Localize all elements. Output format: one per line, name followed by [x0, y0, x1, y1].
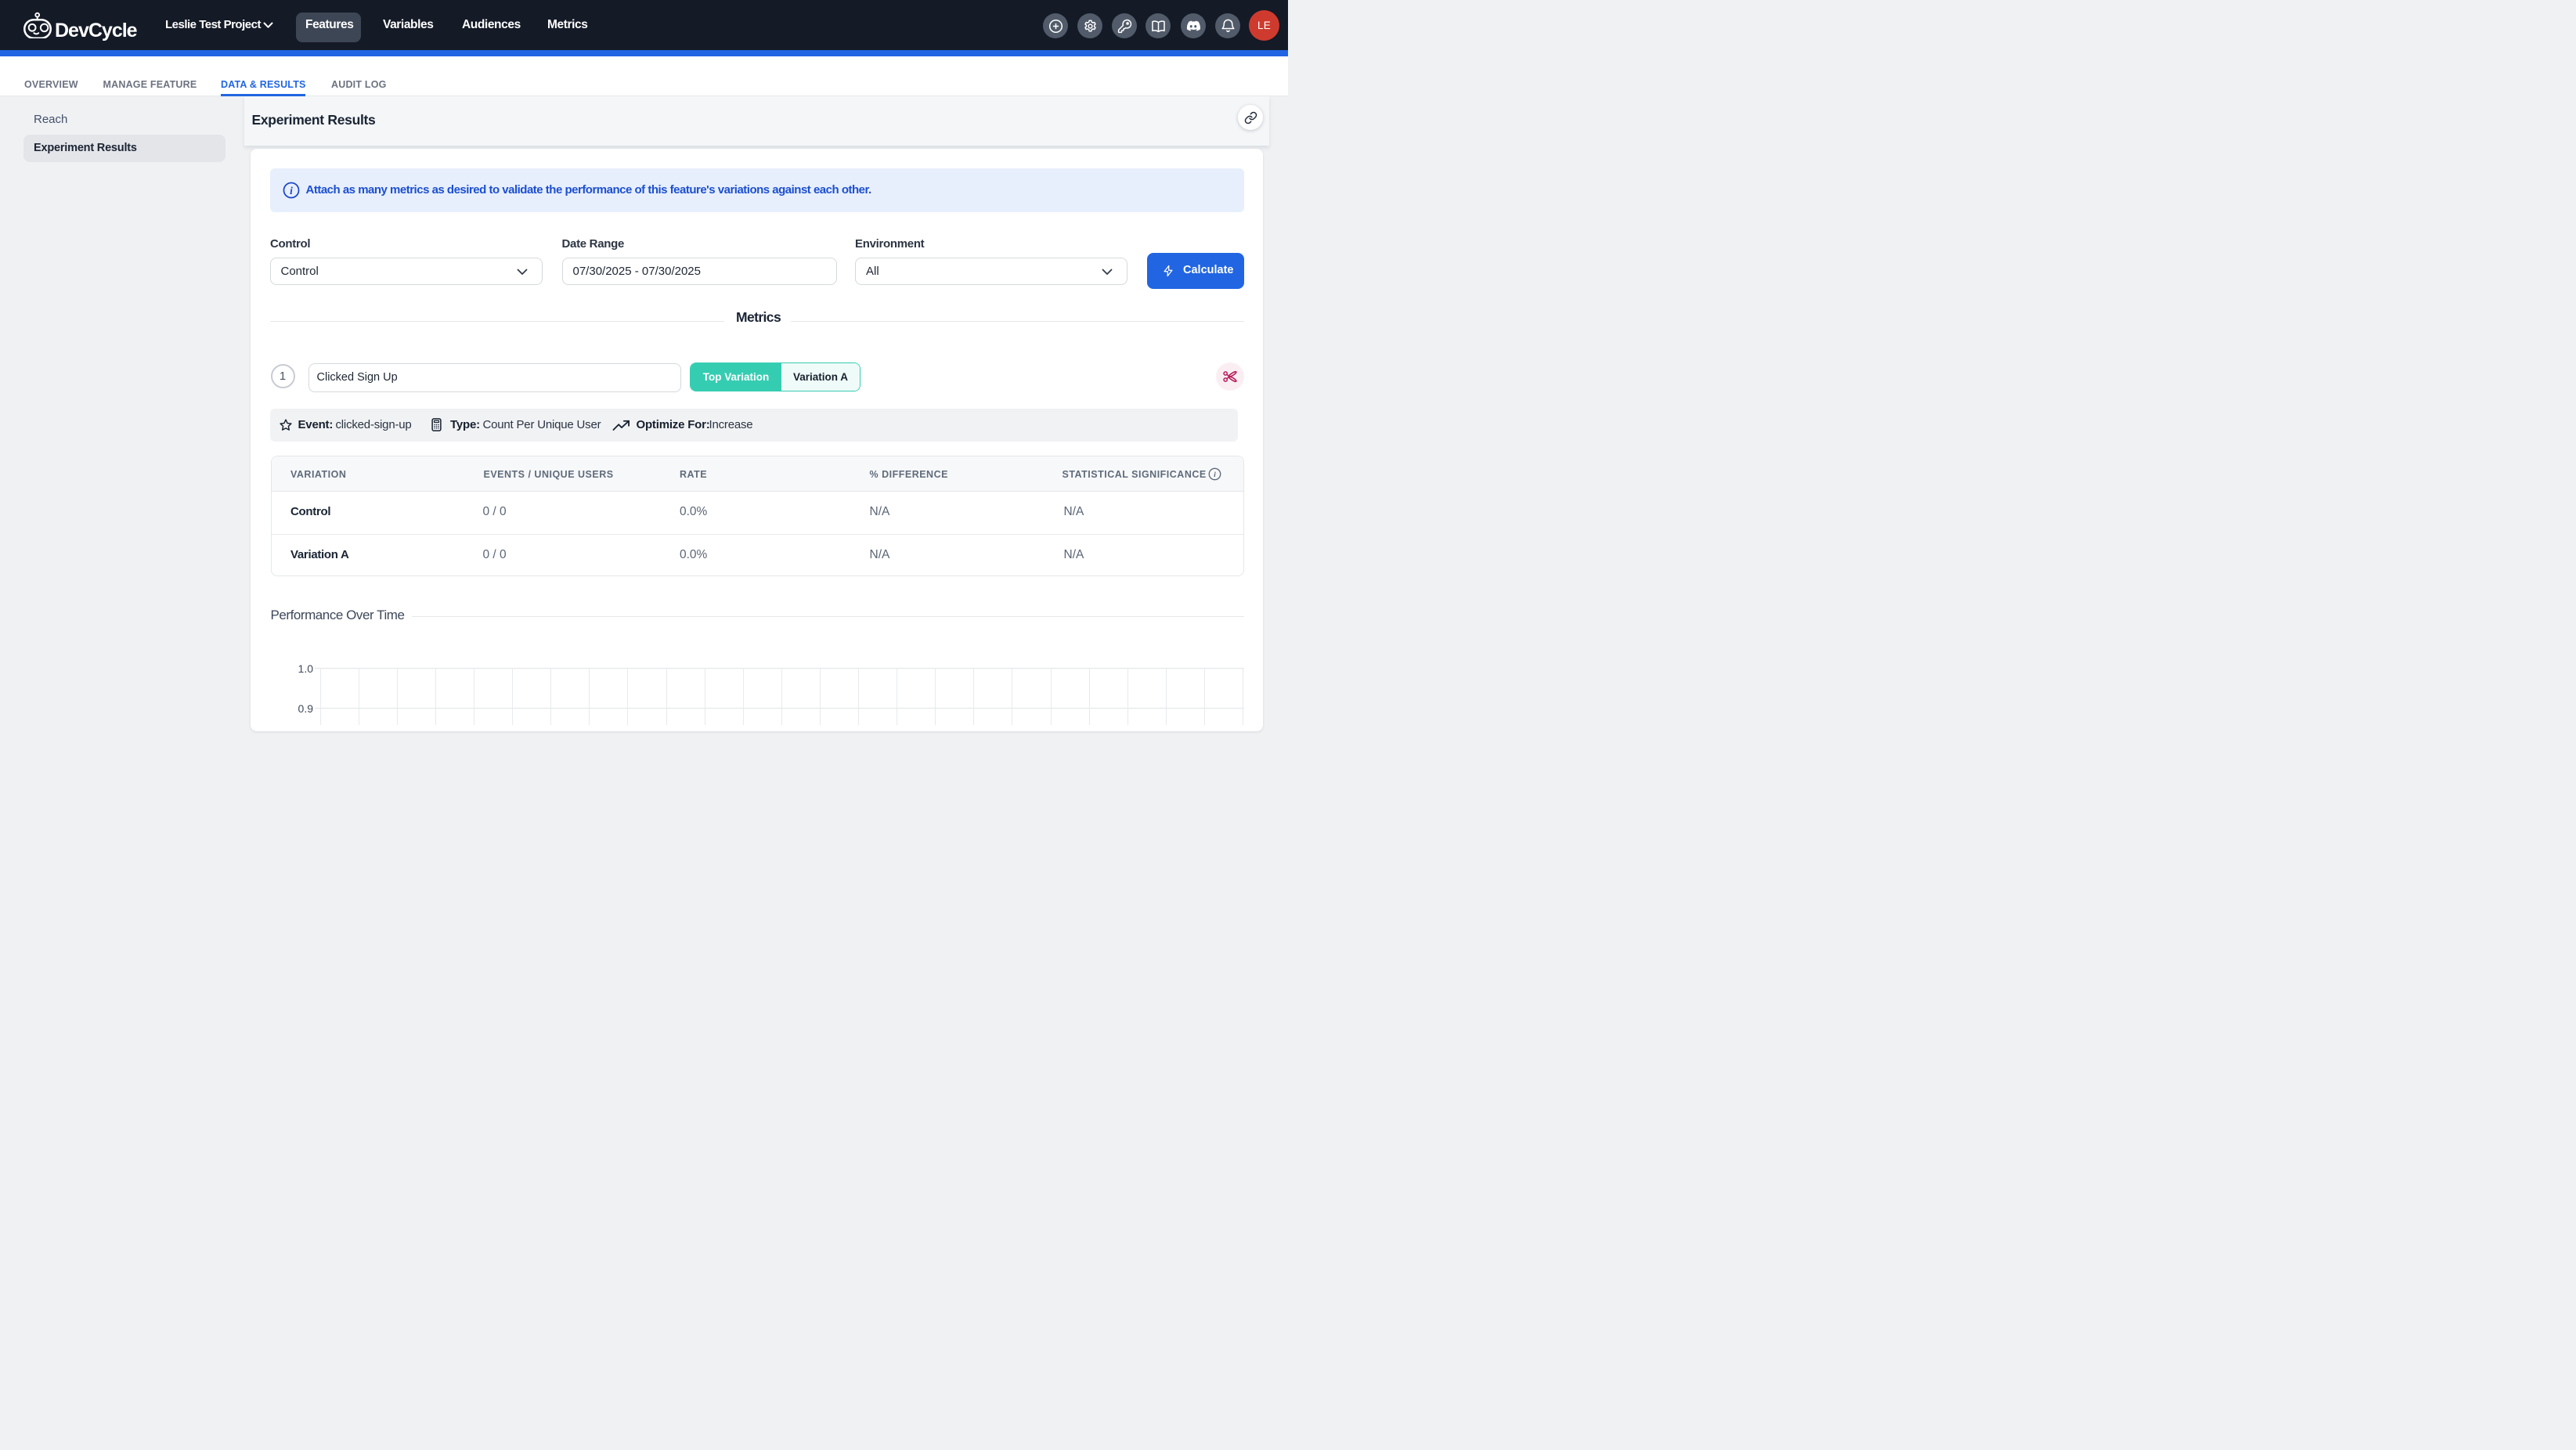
- svg-text:i: i: [1214, 471, 1216, 479]
- svg-text:i: i: [290, 184, 293, 196]
